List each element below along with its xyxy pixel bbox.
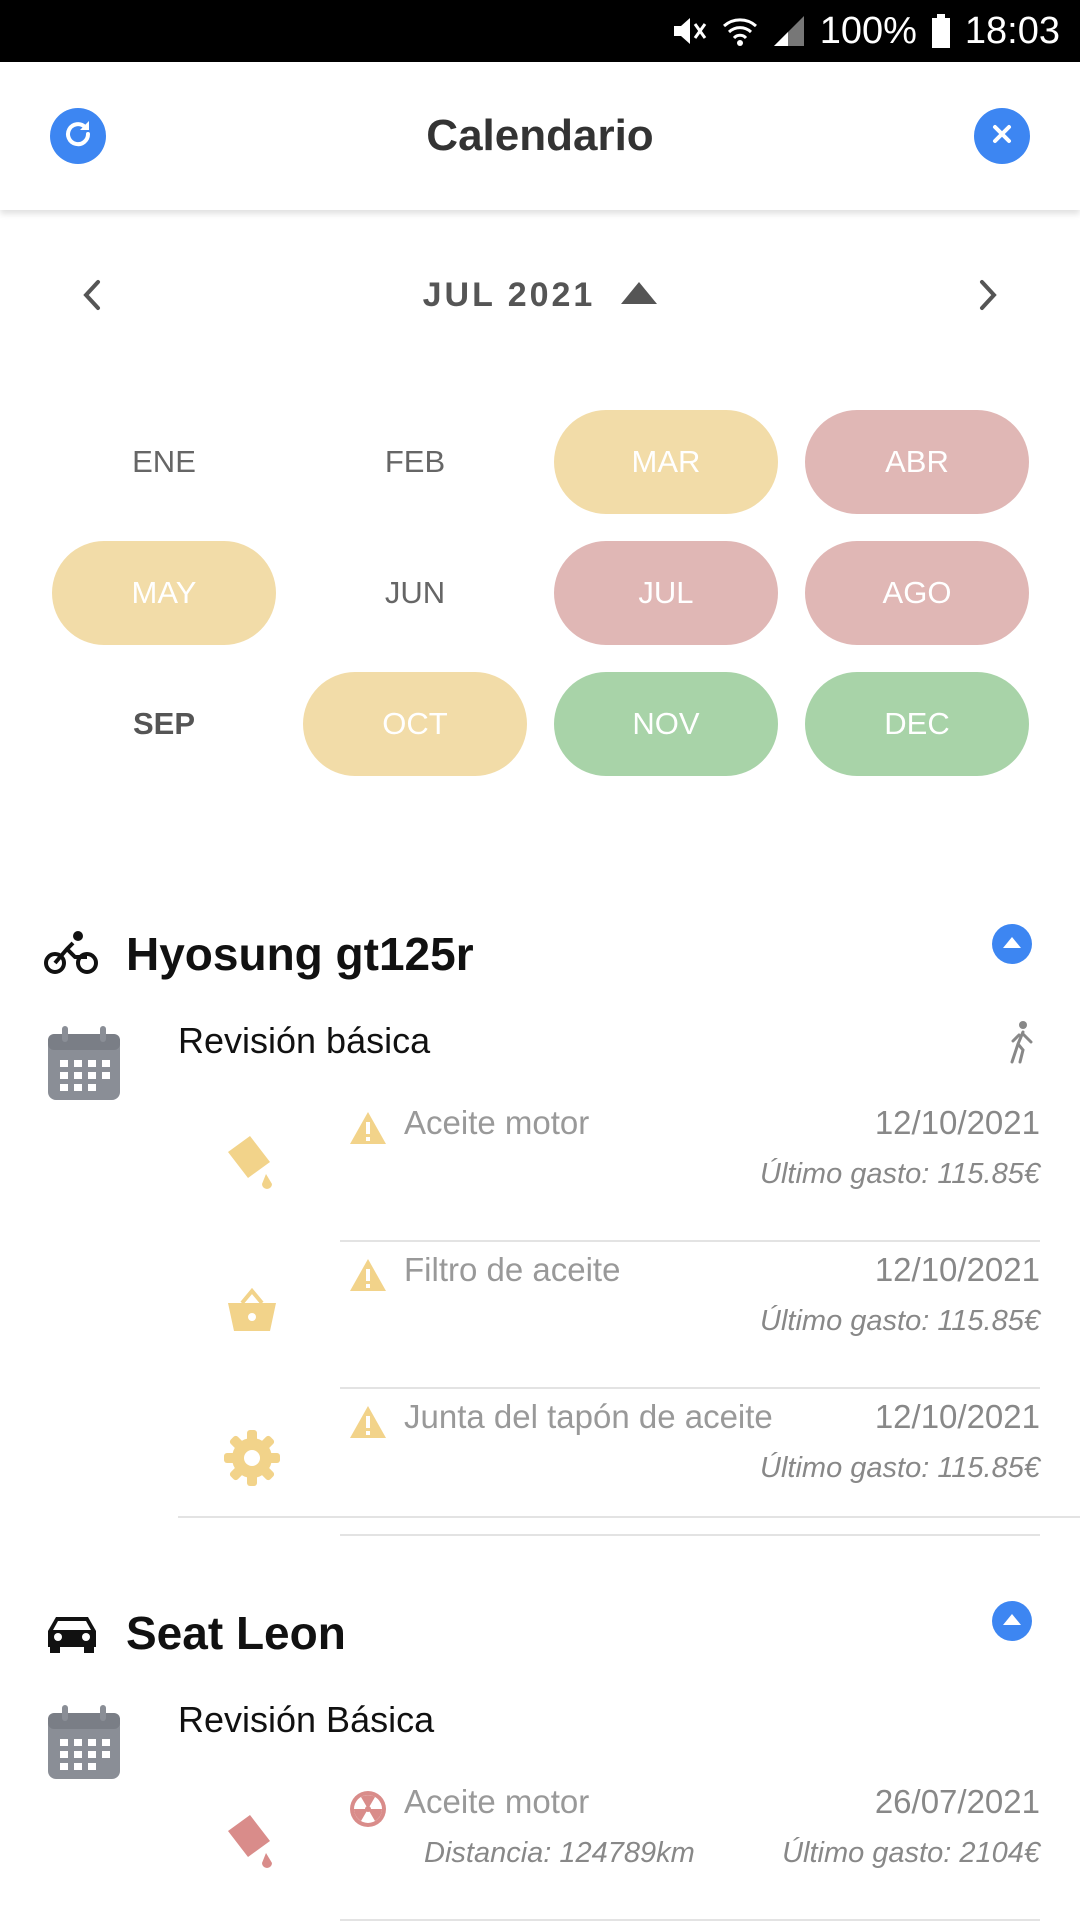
page-title: Calendario (426, 111, 654, 160)
chevron-right-icon (980, 280, 997, 310)
task-date: 12/10/2021 (874, 1104, 1040, 1141)
month-year-label: JUL 2021 (422, 276, 596, 314)
task-cost: Último gasto: 115.85€ (760, 1452, 1040, 1484)
month-nov[interactable]: NOV (554, 672, 778, 776)
warning-icon (348, 1404, 388, 1445)
month-ago[interactable]: AGO (805, 541, 1029, 645)
section-divider (178, 1516, 1080, 1518)
month-abr[interactable]: ABR (805, 410, 1029, 514)
battery-percent: 100% (819, 9, 917, 52)
app-bar: Calendario (0, 62, 1080, 210)
battery-icon (931, 14, 951, 48)
task-date: 12/10/2021 (874, 1251, 1040, 1288)
task-distance: Distancia: 124789km (424, 1837, 695, 1869)
walking-person-icon[interactable] (1006, 1020, 1036, 1069)
divider (340, 1534, 1040, 1536)
calendar-icon (46, 1705, 122, 1786)
calendar-icon (46, 1026, 122, 1107)
warning-icon (348, 1110, 388, 1151)
caret-up-icon (1003, 1614, 1021, 1625)
next-month-button[interactable] (962, 270, 1012, 320)
basket-icon (222, 1281, 282, 1346)
status-bar: 100% 18:03 (0, 0, 1080, 62)
signal-icon (772, 14, 806, 48)
month-jun[interactable]: JUN (303, 541, 527, 645)
month-grid: ENE FEB MAR ABR MAY JUN JUL AGO SEP OCT … (52, 410, 1030, 776)
task-name: Junta del tapón de aceite (404, 1398, 773, 1435)
warning-icon (348, 1257, 388, 1298)
task-name: Filtro de aceite (404, 1251, 621, 1288)
wifi-icon (722, 14, 758, 48)
task-item[interactable]: Filtro de aceite 12/10/2021 Último gasto… (228, 1243, 1040, 1389)
collapse-button[interactable] (992, 1601, 1032, 1641)
month-may[interactable]: MAY (52, 541, 276, 645)
month-navigation: JUL 2021 (0, 260, 1080, 330)
task-date: 26/07/2021 (874, 1783, 1040, 1820)
month-ene[interactable]: ENE (52, 410, 276, 514)
task-name: Aceite motor (404, 1783, 590, 1820)
oil-can-icon (222, 1134, 282, 1203)
close-icon (989, 121, 1015, 152)
collapse-button[interactable] (992, 924, 1032, 964)
oil-can-icon (222, 1813, 282, 1882)
month-feb[interactable]: FEB (303, 410, 527, 514)
vehicle-header: Seat Leon (0, 1593, 1080, 1673)
caret-up-icon (621, 282, 658, 305)
month-dec[interactable]: DEC (805, 672, 1029, 776)
car-icon (44, 1607, 100, 1660)
task-name: Aceite motor (404, 1104, 590, 1141)
task-item[interactable]: Aceite motor 26/07/2021 Distancia: 12478… (228, 1775, 1040, 1921)
task-cost: Último gasto: 115.85€ (760, 1158, 1040, 1190)
task-item[interactable]: Aceite motor 12/10/2021 Último gasto: 11… (228, 1096, 1040, 1242)
month-year-toggle[interactable]: JUL 2021 (0, 260, 1080, 330)
vehicle-name: Hyosung gt125r (126, 928, 474, 980)
divider (340, 1240, 1040, 1242)
revision-title: Revisión básica (178, 1020, 431, 1061)
clock: 18:03 (964, 9, 1060, 52)
divider (340, 1387, 1040, 1389)
caret-up-icon (1003, 937, 1021, 948)
month-jul[interactable]: JUL (554, 541, 778, 645)
radiation-icon (348, 1789, 388, 1834)
close-button[interactable] (974, 108, 1030, 164)
task-date: 12/10/2021 (874, 1398, 1040, 1435)
vehicle-header: Hyosung gt125r (0, 914, 1080, 994)
vehicle-name: Seat Leon (126, 1607, 346, 1659)
motorcycle-icon (44, 928, 98, 981)
month-mar[interactable]: MAR (554, 410, 778, 514)
gear-icon (222, 1428, 282, 1493)
revision-title: Revisión Básica (178, 1699, 435, 1740)
month-oct[interactable]: OCT (303, 672, 527, 776)
mute-icon (670, 14, 708, 48)
task-item[interactable]: Junta del tapón de aceite 12/10/2021 Últ… (224, 1390, 1040, 1536)
month-sep[interactable]: SEP (52, 672, 276, 776)
task-cost: Último gasto: 115.85€ (760, 1305, 1040, 1337)
task-cost: Último gasto: 2104€ (782, 1837, 1040, 1869)
